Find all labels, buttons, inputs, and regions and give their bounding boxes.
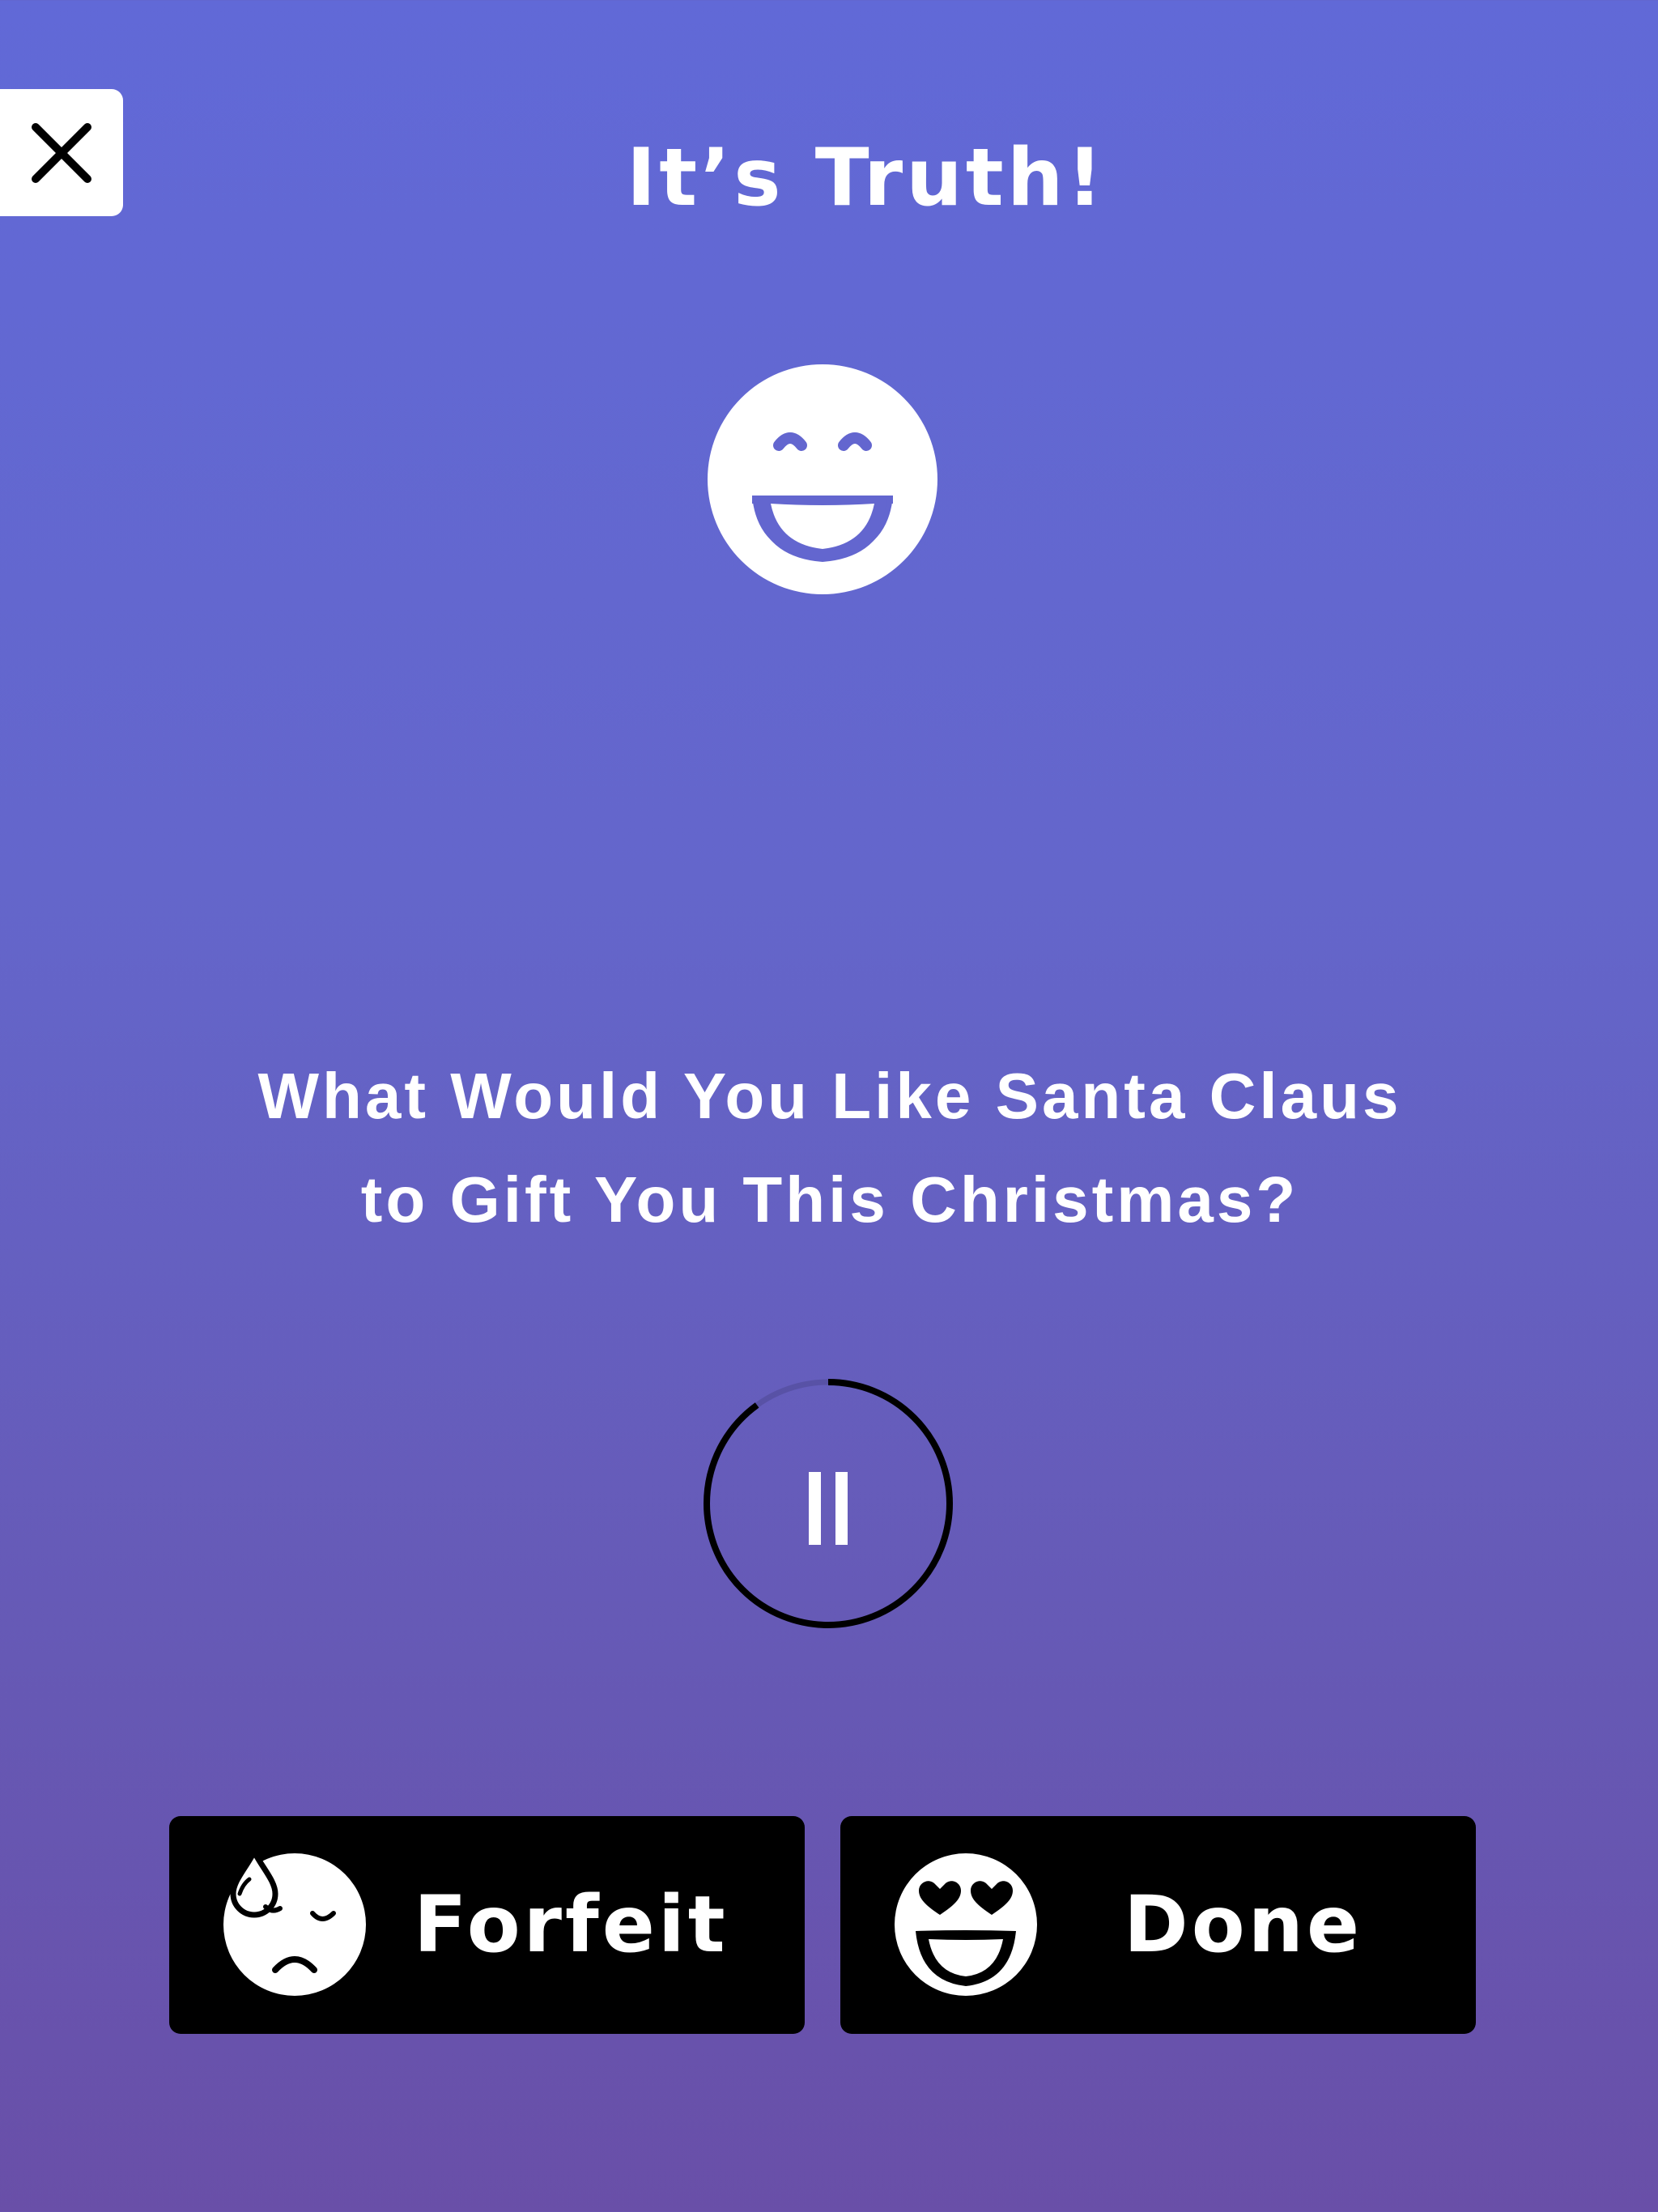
question-line-2: to Gift You This Christmas? (360, 1163, 1299, 1236)
timer-ring (704, 1379, 953, 1628)
timer-pause-button[interactable] (701, 1376, 955, 1631)
heart-eyes-face-icon (895, 1853, 1037, 1996)
sweat-sad-face-icon (223, 1852, 366, 1996)
page-title: It’s Truth! (626, 132, 1107, 224)
forfeit-label: Forfeit (414, 1879, 729, 1970)
grinning-face-icon (708, 364, 937, 594)
question-text: What Would You Like Santa Claus to Gift … (162, 1044, 1498, 1252)
pause-icon (809, 1472, 848, 1545)
timer-progress-ring (704, 1379, 953, 1628)
question-line-1: What Would You Like Santa Claus (257, 1060, 1402, 1132)
forfeit-button[interactable]: Forfeit (169, 1816, 805, 2034)
done-label: Done (1124, 1879, 1363, 1970)
done-button[interactable]: Done (840, 1816, 1476, 2034)
